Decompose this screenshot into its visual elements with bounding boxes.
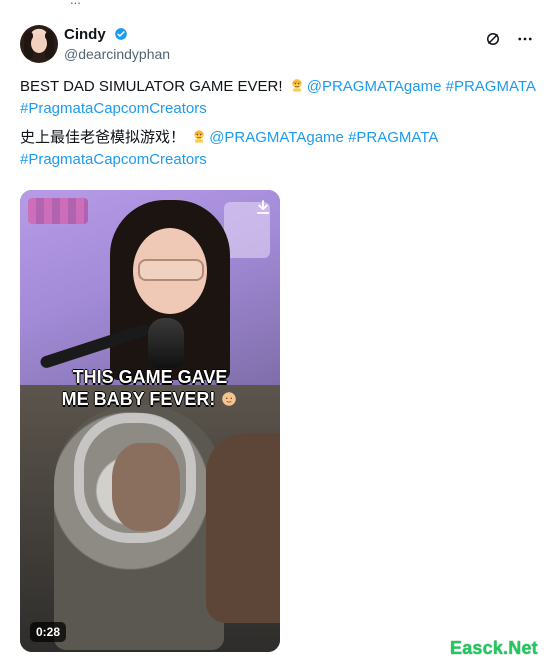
author-info: Cindy @dearcindyphan (64, 26, 170, 62)
video-caption-line1: THIS GAME GAVE (72, 367, 228, 387)
grok-icon[interactable] (483, 29, 503, 49)
mention-link[interactable]: @PRAGMATAgame (209, 129, 344, 146)
display-name[interactable]: Cindy (64, 26, 106, 43)
video-caption-line2-text: ME BABY FEVER! (61, 389, 216, 409)
background-shelf (28, 198, 88, 224)
download-icon[interactable] (254, 198, 272, 216)
game-scene (20, 385, 280, 652)
handle[interactable]: @dearcindyphan (64, 46, 170, 62)
streamer-scene (20, 190, 280, 385)
glasses (138, 259, 204, 281)
person-emoji (191, 128, 207, 144)
microphone-icon (148, 318, 184, 368)
mention-link[interactable]: @PRAGMATAgame (307, 78, 442, 95)
avatar-face (31, 34, 47, 53)
person-emoji (289, 77, 305, 93)
baby-emoji (220, 390, 238, 408)
hashtag-pragmatacapcomcreators[interactable]: #PragmataCapcomCreators (20, 100, 207, 117)
post-text-line1: BEST DAD SIMULATOR GAME EVER! (20, 78, 283, 95)
hashtag-pragmata[interactable]: #PRAGMATA (446, 78, 536, 95)
hashtag-pragmata[interactable]: #PRAGMATA (348, 129, 438, 146)
more-icon[interactable] (515, 29, 535, 49)
post-text-line2: 史上最佳老爸模拟游戏！ (20, 129, 186, 146)
watermark: Easck.Net (450, 638, 538, 658)
verified-badge-icon (114, 27, 128, 41)
avatar[interactable] (20, 25, 58, 63)
header-actions (483, 29, 535, 49)
video-media[interactable]: THIS GAME GAVE ME BABY FEVER! 0:28 (20, 190, 280, 652)
game-character-face (112, 443, 180, 531)
top-fragment: ... (70, 0, 81, 7)
post-text-chinese: 史上最佳老爸模拟游戏！ @PRAGMATAgame #PRAGMATA #Pra… (20, 127, 540, 171)
post-text-english: BEST DAD SIMULATOR GAME EVER! @PRAGMATAg… (20, 76, 540, 120)
child-character (206, 433, 280, 623)
post-header: Cindy @dearcindyphan (20, 25, 540, 65)
video-caption-line2: ME BABY FEVER! (20, 388, 280, 410)
hashtag-pragmatacapcomcreators[interactable]: #PragmataCapcomCreators (20, 151, 207, 168)
video-timecode: 0:28 (30, 622, 67, 642)
